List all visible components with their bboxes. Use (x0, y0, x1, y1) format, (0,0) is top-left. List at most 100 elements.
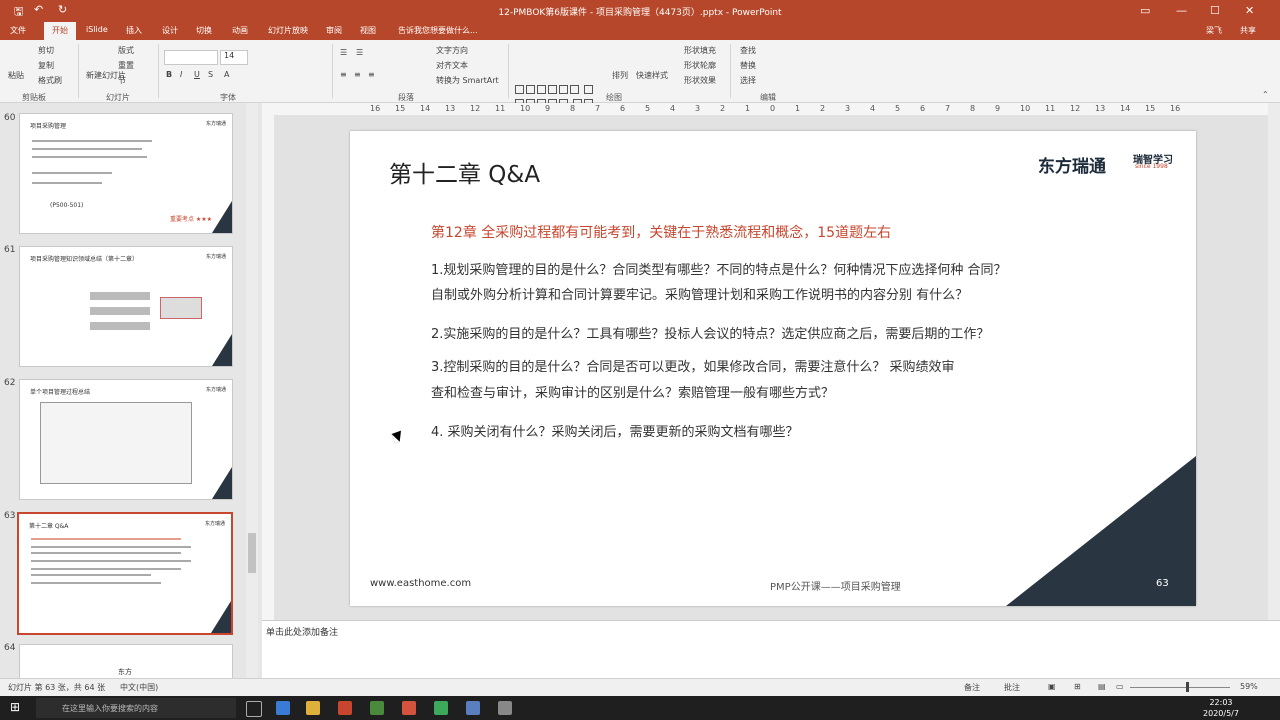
slideshow-icon[interactable]: ▭ (1116, 682, 1124, 691)
tab-animations[interactable]: 动画 (232, 25, 248, 36)
underline-button[interactable]: U (194, 70, 200, 79)
tab-slideshow[interactable]: 幻灯片放映 (268, 25, 308, 36)
taskbar-search-text[interactable]: 在这里输入你要搜索的内容 (62, 703, 158, 714)
zoom-level[interactable]: 59% (1240, 682, 1258, 691)
taskbar-clock[interactable]: 22:03 2020/5/7 (1196, 697, 1246, 719)
tab-home[interactable]: 开始 (44, 22, 76, 40)
close-button[interactable]: ✕ (1245, 4, 1254, 17)
select-button[interactable]: 选择 (740, 75, 756, 86)
editor-scrollbar[interactable] (1268, 103, 1280, 620)
current-slide[interactable]: 第十二章 Q&A 东方瑞通 瑞智学习 since 1998 第12章 全采购过程… (350, 131, 1196, 606)
arrange-button[interactable]: 排列 (612, 70, 628, 81)
slide-thumbnail-60[interactable]: 项目采购管理 东方瑞通 (P500-501) 重要考点 ★★★ (19, 113, 233, 234)
wechat-icon[interactable] (434, 701, 448, 715)
notes-toggle[interactable]: 备注 (964, 682, 980, 693)
align-center-button[interactable]: ≡ (354, 70, 361, 79)
minimize-button[interactable]: — (1176, 4, 1187, 17)
zoom-slider-knob[interactable] (1186, 682, 1189, 692)
slide-thumbnail-61[interactable]: 项目采购管理知识领域总结（第十二章） 东方瑞通 (19, 246, 233, 367)
tab-view[interactable]: 视图 (360, 25, 376, 36)
share-button[interactable]: 共享 (1240, 25, 1256, 36)
shape-effects-button[interactable]: 形状效果 (684, 75, 716, 86)
bold-button[interactable]: B (166, 70, 172, 79)
shape-fill-button[interactable]: 形状填充 (684, 45, 716, 56)
edge-icon[interactable] (276, 701, 290, 715)
find-button[interactable]: 查找 (740, 45, 756, 56)
font-name-box[interactable] (164, 50, 218, 65)
slide-sorter-icon[interactable]: ⊞ (1074, 682, 1081, 691)
replace-button[interactable]: 替换 (740, 60, 756, 71)
align-left-button[interactable]: ≡ (340, 70, 347, 79)
slide-title[interactable]: 第十二章 Q&A (389, 155, 540, 189)
shape-icon[interactable] (583, 85, 593, 94)
question-line[interactable]: 自制或外购分析计算和合同计算要牢记。采购管理计划和采购工作说明书的内容分别 有什… (431, 284, 968, 303)
tab-islide[interactable]: iSlide (86, 25, 108, 34)
zoom-slider[interactable] (1130, 687, 1230, 688)
ribbon-display-icon[interactable]: ▭ (1140, 4, 1150, 17)
shape-icon[interactable] (570, 85, 579, 94)
collapse-ribbon-icon[interactable]: ⌃ (1262, 90, 1269, 99)
paste-button[interactable]: 粘贴 (8, 70, 24, 81)
app-icon[interactable] (466, 701, 480, 715)
task-view-icon[interactable] (246, 701, 262, 717)
app-icon[interactable] (498, 701, 512, 715)
tell-me-box[interactable]: 告诉我您想要做什么... (398, 25, 478, 36)
ruler-tick-label: 15 (1145, 104, 1156, 113)
shape-icon[interactable] (559, 85, 568, 94)
text-direction-button[interactable]: 文字方向 (436, 45, 468, 56)
italic-button[interactable]: I (180, 70, 182, 79)
shape-icon[interactable] (515, 85, 524, 94)
font-color-button[interactable]: A (224, 70, 229, 79)
maximize-button[interactable]: ☐ (1210, 4, 1220, 17)
scroll-thumb[interactable] (248, 533, 256, 573)
ruler-tick-label: 1 (745, 104, 751, 113)
numbering-button[interactable]: ☰ (356, 48, 363, 57)
reading-view-icon[interactable]: ▤ (1098, 682, 1106, 691)
question-line[interactable]: 4. 采购关闭有什么？采购关闭后，需要更新的采购文档有哪些？ (431, 421, 799, 440)
shape-outline-button[interactable]: 形状轮廓 (684, 60, 716, 71)
layout-button[interactable]: 版式 (118, 45, 134, 56)
app-icon[interactable] (402, 701, 416, 715)
tab-file[interactable]: 文件 (10, 25, 26, 36)
tab-transitions[interactable]: 切换 (196, 25, 212, 36)
question-line[interactable]: 1.规划采购管理的目的是什么？合同类型有哪些？不同的特点是什么？何种情况下应选择… (431, 259, 1007, 278)
question-line[interactable]: 查和检查与审计，采购审计的区别是什么？索赔管理一般有哪些方式？ (431, 382, 834, 401)
reset-button[interactable]: 重置 (118, 60, 134, 71)
explorer-icon[interactable] (306, 701, 320, 715)
shadow-button[interactable]: S (208, 70, 213, 79)
slide-thumbnail-64[interactable]: 东方 (19, 644, 233, 680)
shape-icon[interactable] (548, 85, 557, 94)
smartart-button[interactable]: 转换为 SmartArt (436, 75, 499, 86)
question-line[interactable]: 3.控制采购的目的是什么？合同是否可以更改，如果修改合同，需要注意什么？ 采购绩… (431, 356, 955, 375)
slide-heading[interactable]: 第12章 全采购过程都有可能考到，关键在于熟悉流程和概念，15道题左右 (431, 222, 891, 242)
ruler-tick-label: 14 (1120, 104, 1131, 113)
align-right-button[interactable]: ≡ (368, 70, 375, 79)
windows-start-icon[interactable]: ⊞ (10, 700, 20, 714)
app-icon[interactable] (370, 701, 384, 715)
quick-styles-button[interactable]: 快速样式 (636, 70, 668, 81)
shape-icon[interactable] (537, 85, 546, 94)
cut-button[interactable]: 剪切 (38, 45, 54, 56)
shape-icon[interactable] (526, 85, 535, 94)
section-button[interactable]: 节 (118, 75, 126, 86)
comments-toggle[interactable]: 批注 (1004, 682, 1020, 693)
question-line[interactable]: 2.实施采购的目的是什么？工具有哪些？投标人会议的特点？选定供应商之后，需要后期… (431, 323, 989, 342)
font-size-box[interactable]: 14 (220, 50, 248, 65)
language-indicator[interactable]: 中文(中国) (120, 682, 158, 693)
powerpoint-icon[interactable] (338, 701, 352, 715)
bullets-button[interactable]: ☰ (340, 48, 347, 57)
copy-button[interactable]: 复制 (38, 60, 54, 71)
align-text-button[interactable]: 对齐文本 (436, 60, 468, 71)
slide-thumbnail-63[interactable]: 第十二章 Q&A 东方瑞通 (17, 512, 233, 635)
format-painter-button[interactable]: 格式刷 (38, 75, 62, 86)
taskbar-search[interactable]: 在这里输入你要搜索的内容 (36, 698, 236, 718)
slide-thumbnail-62[interactable]: 单个项目管理过程总结 东方瑞通 (19, 379, 233, 500)
tab-insert[interactable]: 插入 (126, 25, 142, 36)
normal-view-icon[interactable]: ▣ (1048, 682, 1056, 691)
notes-pane[interactable]: 单击此处添加备注 (262, 620, 1280, 679)
tab-design[interactable]: 设计 (162, 25, 178, 36)
notes-placeholder[interactable]: 单击此处添加备注 (266, 625, 338, 638)
thumbnail-scrollbar[interactable] (246, 103, 258, 678)
tab-review[interactable]: 审阅 (326, 25, 342, 36)
ruler-tick-label: 16 (1170, 104, 1181, 113)
